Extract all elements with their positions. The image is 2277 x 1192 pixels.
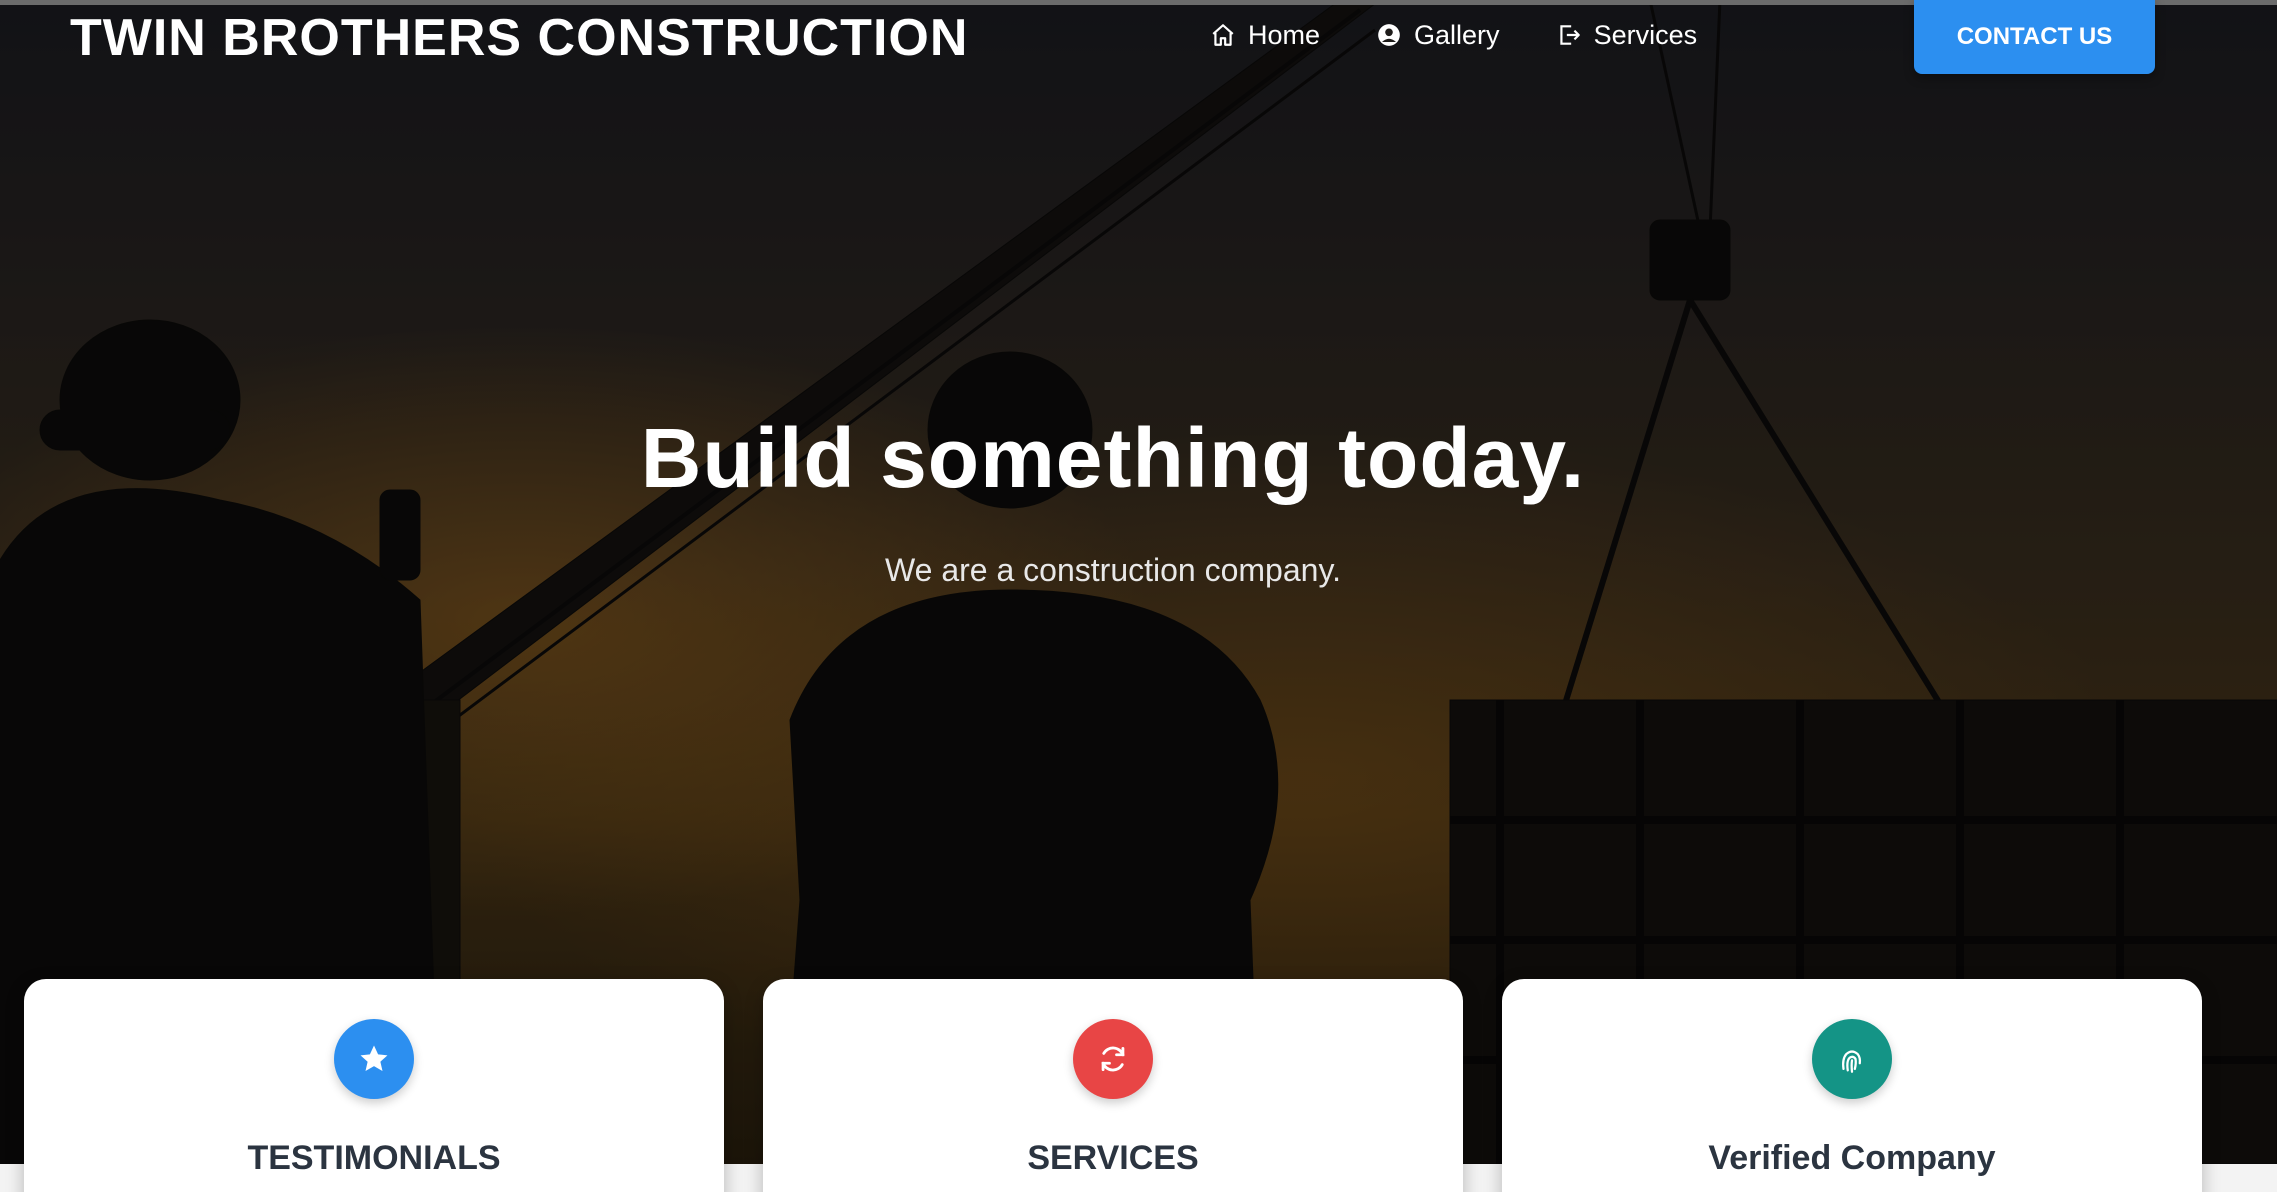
card-testimonials[interactable]: TESTIMONIALS <box>24 979 724 1192</box>
nav-gallery[interactable]: Gallery <box>1376 14 1500 56</box>
nav-services-label: Services <box>1593 19 1698 50</box>
nav-home-label: Home <box>1248 19 1321 50</box>
card-verified-company[interactable]: Verified Company <box>1502 979 2202 1192</box>
nav-services[interactable]: Services <box>1556 14 1698 56</box>
card-icon-badge <box>334 1019 414 1099</box>
fingerprint-icon <box>1842 1050 1862 1073</box>
card-services[interactable]: SERVICES <box>763 979 1463 1192</box>
page: TWIN BROTHERS CONSTRUCTION Home Gallery <box>0 0 2277 1192</box>
refresh-icon <box>1101 1046 1125 1072</box>
hero-title: Build something today. <box>640 411 1586 505</box>
card-icon-badge <box>1812 1019 1892 1099</box>
main-nav: Home Gallery Services <box>1210 14 1697 56</box>
hero-subtitle: We are a construction company. <box>885 552 1341 588</box>
card-title: SERVICES <box>1027 1139 1199 1177</box>
home-icon <box>1212 24 1234 46</box>
star-icon <box>360 1045 388 1072</box>
card-title: TESTIMONIALS <box>247 1139 501 1177</box>
nav-gallery-label: Gallery <box>1414 19 1500 50</box>
feature-cards: TESTIMONIALS SERVICES Verified Company <box>24 979 2202 1192</box>
brand-title[interactable]: TWIN BROTHERS CONSTRUCTION <box>70 8 968 68</box>
card-title: Verified Company <box>1708 1139 1996 1177</box>
user-circle-icon <box>1378 24 1400 46</box>
contact-us-button[interactable]: CONTACT US <box>1914 0 2155 74</box>
card-icon-badge <box>1073 1019 1153 1099</box>
nav-home[interactable]: Home <box>1210 14 1320 56</box>
sign-out-icon <box>1559 25 1580 45</box>
